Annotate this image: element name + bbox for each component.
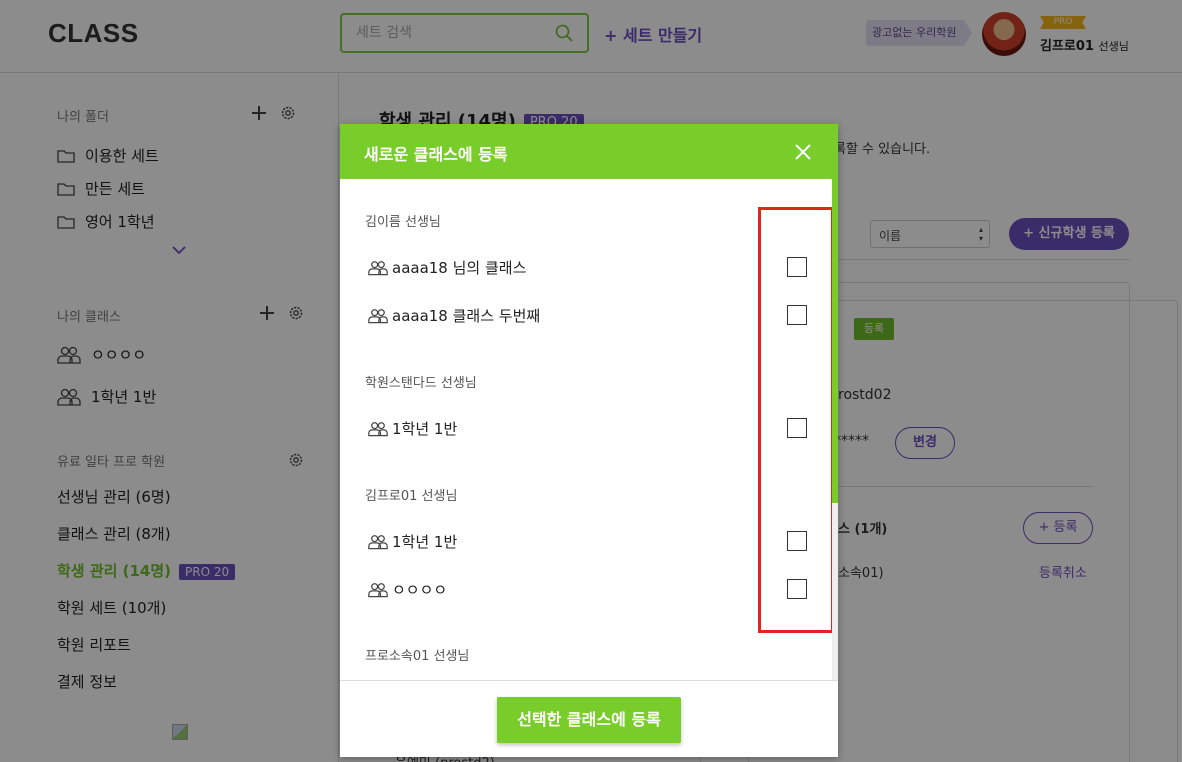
register-selected-button[interactable]: 선택한 클래스에 등록 bbox=[497, 697, 681, 743]
modal-class-row[interactable]: aaaa18 클래스 두번째 bbox=[368, 305, 540, 326]
modal-footer: 선택한 클래스에 등록 bbox=[340, 680, 838, 757]
register-class-modal: 새로운 클래스에 등록 김이름 선생님 aaaa18 님의 클래스 aaaa18… bbox=[340, 124, 838, 757]
modal-body: 김이름 선생님 aaaa18 님의 클래스 aaaa18 클래스 두번째 학원스… bbox=[340, 179, 838, 680]
highlight-box bbox=[758, 207, 834, 633]
modal-class-row[interactable]: 1학년 1반 bbox=[368, 418, 457, 439]
scrollbar-thumb[interactable] bbox=[832, 179, 838, 503]
modal-header: 새로운 클래스에 등록 bbox=[340, 124, 838, 179]
people-icon bbox=[368, 260, 388, 275]
people-icon bbox=[368, 534, 388, 549]
group-teacher-name: 김이름 선생님 bbox=[365, 215, 441, 230]
modal-class-row[interactable]: ㅇㅇㅇㅇ bbox=[368, 579, 447, 600]
modal-title: 새로운 클래스에 등록 bbox=[364, 145, 508, 164]
modal-class-row[interactable]: aaaa18 님의 클래스 bbox=[368, 257, 526, 278]
close-icon[interactable] bbox=[794, 143, 812, 161]
group-teacher-name: 학원스탠다드 선생님 bbox=[365, 376, 477, 391]
group-teacher-name: 김프로01 선생님 bbox=[365, 489, 458, 504]
people-icon bbox=[368, 582, 388, 597]
people-icon bbox=[368, 308, 388, 323]
people-icon bbox=[368, 421, 388, 436]
group-teacher-name: 프로소속01 선생님 bbox=[365, 649, 470, 664]
modal-class-row[interactable]: 1학년 1반 bbox=[368, 531, 457, 552]
